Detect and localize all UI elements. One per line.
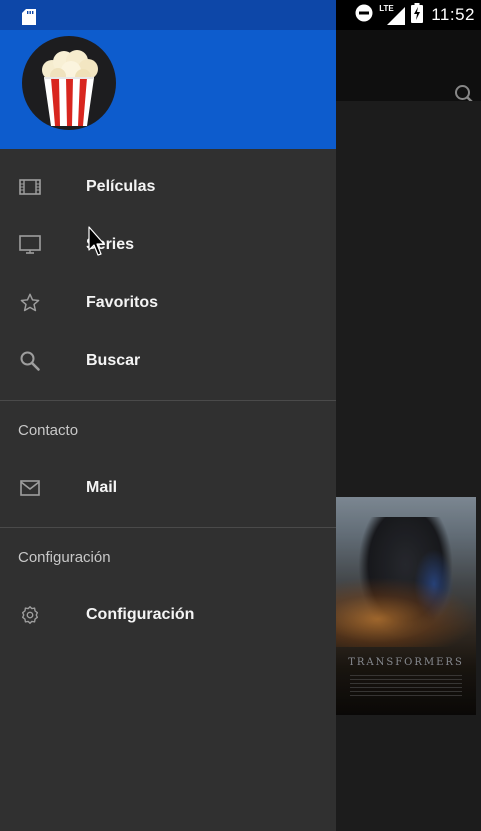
nav-item-mail[interactable]: Mail [0,459,336,517]
mouse-cursor-icon [88,226,106,258]
sd-card-icon [22,9,36,25]
navigation-drawer: Películas Series Favoritos Buscar Contac… [0,30,336,831]
mail-icon [18,476,42,500]
drawer-header [0,30,336,149]
nav-item-label: Mail [86,479,118,496]
status-time: 11:52 [431,5,475,24]
settings-icon [18,603,42,627]
battery-charging-icon [411,2,424,28]
nav-item-series[interactable]: Series [0,216,336,274]
drawer-scrim[interactable] [336,30,481,831]
lte-signal-icon: LTE [379,4,406,25]
star-icon [18,291,42,315]
nav-item-label: Favoritos [86,294,159,311]
drawer-divider [0,400,336,401]
app-screen: TRANSFORMERS LTE 11:52 Películas Series … [0,0,481,831]
network-type: LTE [379,4,394,13]
nav-item-label: Buscar [86,352,141,369]
search-icon [18,349,42,373]
popcorn-logo-icon [22,36,116,130]
nav-item-configuracion[interactable]: Configuración [0,586,336,644]
status-icons: LTE 11:52 [355,0,475,30]
section-header-configuracion: Configuración [18,549,111,566]
drawer-divider [0,527,336,528]
section-header-contacto: Contacto [18,422,79,439]
nav-item-favoritos[interactable]: Favoritos [0,274,336,332]
film-icon [18,175,42,199]
status-bar-drawer-tint [0,0,336,30]
tv-icon [18,233,42,257]
status-bar: LTE 11:52 [0,0,481,30]
nav-item-label: Configuración [86,606,195,623]
nav-item-peliculas[interactable]: Películas [0,158,336,216]
nav-item-buscar[interactable]: Buscar [0,332,336,390]
nav-item-label: Películas [86,178,156,195]
do-not-disturb-icon [355,4,373,27]
